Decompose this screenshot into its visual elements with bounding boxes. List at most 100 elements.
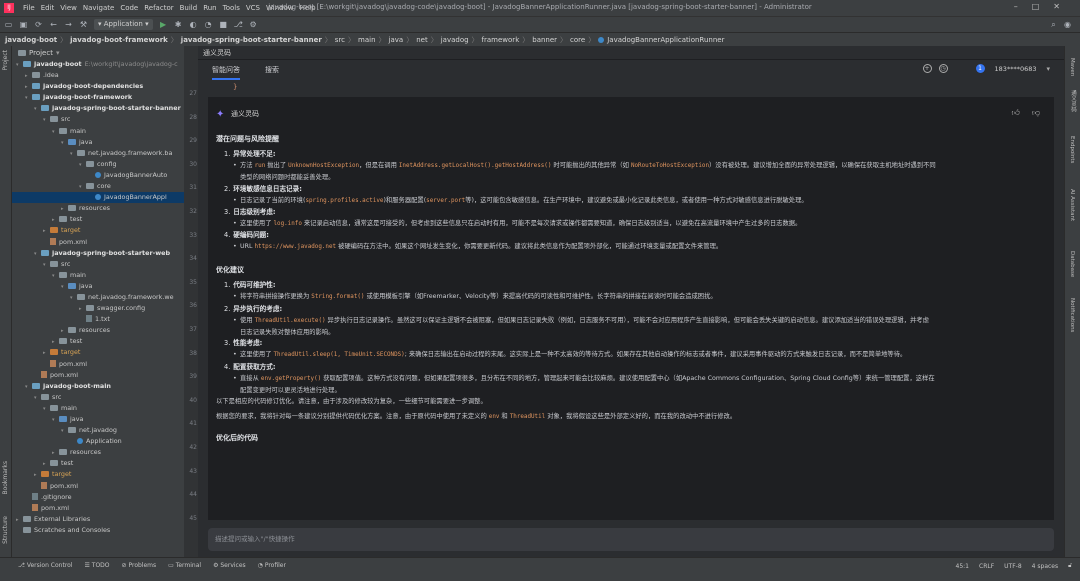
tree-item[interactable]: ▾ java	[12, 281, 184, 292]
breadcrumb-item[interactable]: main	[358, 36, 376, 44]
open-folder-icon[interactable]: ▭	[4, 20, 13, 29]
maven-tool-button[interactable]: Maven	[1069, 58, 1075, 76]
project-tool-button[interactable]: Project	[2, 50, 9, 71]
git-icon[interactable]: ⎇	[234, 20, 243, 29]
breadcrumb-item[interactable]: banner	[532, 36, 557, 44]
tree-item[interactable]: ▾ java	[12, 137, 184, 148]
forward-icon[interactable]: →	[64, 20, 73, 29]
tree-item[interactable]: ▾ javadog-boot-main	[12, 381, 184, 392]
breadcrumb-item[interactable]: javadog	[441, 36, 469, 44]
menu-window[interactable]: Window	[263, 4, 297, 12]
tree-item[interactable]: ▾ javadog-spring-boot-starter-banner	[12, 103, 184, 114]
breadcrumb-item[interactable]: framework	[482, 36, 520, 44]
problems-tab[interactable]: ⊘ Problems	[122, 562, 157, 569]
line-separator[interactable]: CRLF	[979, 563, 994, 570]
menu-file[interactable]: File	[20, 4, 38, 12]
lock-icon[interactable]: 🔓︎	[1068, 562, 1072, 570]
tree-item[interactable]: ▾ javadog-spring-boot-starter-web	[12, 248, 184, 259]
breadcrumb-item[interactable]: net	[416, 36, 428, 44]
todo-tab[interactable]: ☰ TODO	[85, 562, 110, 569]
tree-item[interactable]: ▸ target	[12, 225, 184, 236]
history-icon[interactable]: ◷	[938, 64, 948, 73]
tree-item[interactable]: ▾ src	[12, 392, 184, 403]
tree-item[interactable]: ▸ test	[12, 336, 184, 347]
menu-refactor[interactable]: Refactor	[141, 4, 176, 12]
terminal-tab[interactable]: ▭ Terminal	[168, 562, 201, 569]
tree-item[interactable]: ▸ javadog-boot-dependencies	[12, 81, 184, 92]
settings-icon[interactable]: ⚙	[249, 20, 258, 29]
breadcrumb-item[interactable]: JavadogBannerApplicationRunner	[607, 36, 724, 44]
endpoints-tool-button[interactable]: Endpoints	[1069, 136, 1075, 163]
tree-item[interactable]: ▸ target	[12, 469, 184, 480]
tree-item[interactable]: pom.xml	[12, 481, 184, 492]
window-controls[interactable]: –□✕	[1014, 2, 1074, 11]
tree-item[interactable]: ▸ External Libraries	[12, 514, 184, 525]
ai-assistant-tool-button[interactable]: AI Assistant	[1069, 189, 1075, 221]
tree-item[interactable]: Scratches and Consoles	[12, 525, 184, 536]
breadcrumb-item[interactable]: javadog-boot	[5, 36, 57, 44]
tree-item[interactable]: pom.xml	[12, 359, 184, 370]
services-tab[interactable]: ⚙ Services	[213, 562, 246, 569]
menu-edit[interactable]: Edit	[38, 4, 58, 12]
tree-item[interactable]: ▸ .idea	[12, 70, 184, 81]
menu-run[interactable]: Run	[200, 4, 219, 12]
tab-smart-qa[interactable]: 智能问答	[212, 60, 240, 80]
breadcrumb-item[interactable]: javadog-boot-framework	[70, 36, 168, 44]
menu-code[interactable]: Code	[117, 4, 141, 12]
chevron-down-icon[interactable]: ▾	[56, 49, 60, 57]
chat-input[interactable]: 描述提问或输入"/"快捷操作	[208, 528, 1054, 551]
breadcrumb-item[interactable]: src	[335, 36, 345, 44]
back-icon[interactable]: ←	[49, 20, 58, 29]
menu-navigate[interactable]: Navigate	[80, 4, 117, 12]
search-everywhere-icon[interactable]: ⌕	[1049, 20, 1058, 29]
run-icon[interactable]: ▶	[159, 20, 168, 29]
notifications-tool-button[interactable]: Notifications	[1069, 298, 1075, 332]
save-icon[interactable]: ▣	[19, 20, 28, 29]
avatar[interactable]: 1	[975, 64, 985, 73]
user-name[interactable]: 183****0683	[995, 65, 1037, 73]
bookmarks-tool-button[interactable]: Bookmarks	[2, 461, 9, 495]
tree-item[interactable]: ▸ resources	[12, 447, 184, 458]
tree-item[interactable]: JavadogBannerAuto	[12, 170, 184, 181]
chevron-down-icon[interactable]: ▾	[1046, 65, 1050, 73]
tree-item[interactable]: ▾ javadog-boot-framework	[12, 92, 184, 103]
tree-item[interactable]: ▾ net.javadog.framework.ba	[12, 148, 184, 159]
tree-item[interactable]: ▸ test	[12, 214, 184, 225]
tab-search[interactable]: 搜索	[265, 60, 279, 80]
tree-item[interactable]: ▸ target	[12, 347, 184, 358]
run-config-select[interactable]: ▾ Application ▾	[94, 19, 153, 30]
tree-item[interactable]: ▾ java	[12, 414, 184, 425]
tree-item[interactable]: ▾ net.javadog	[12, 425, 184, 436]
debug-icon[interactable]: ✱	[174, 20, 183, 29]
tree-item[interactable]: ▾ net.javadog.framework.we	[12, 292, 184, 303]
build-hammer-icon[interactable]: ⚒	[79, 20, 88, 29]
tree-item[interactable]: ▾ main	[12, 403, 184, 414]
tree-item[interactable]: ▾ core	[12, 181, 184, 192]
breadcrumb-item[interactable]: core	[570, 36, 585, 44]
tree-item[interactable]: Application	[12, 436, 184, 447]
tree-item[interactable]: pom.xml	[12, 370, 184, 381]
tree-item[interactable]: ▸ resources	[12, 203, 184, 214]
tree-item[interactable]: ▾ main	[12, 270, 184, 281]
menu-help[interactable]: Help	[297, 4, 319, 12]
tree-item[interactable]: ▸ swagger.config	[12, 303, 184, 314]
tree-item[interactable]: ▾ main	[12, 126, 184, 137]
tree-item[interactable]: ▾ config	[12, 159, 184, 170]
version-control-tab[interactable]: ⎇ Version Control	[18, 562, 73, 569]
thumbs-down-icon[interactable]: 👎︎	[1032, 108, 1040, 118]
tree-item[interactable]: JavadogBannerAppl	[12, 192, 184, 204]
menu-vcs[interactable]: VCS	[243, 4, 263, 12]
sync-icon[interactable]: ⟳	[34, 20, 43, 29]
tree-item[interactable]: ▸ resources	[12, 325, 184, 336]
tree-item[interactable]: ▾ javadog-boot E:\workgit\javadog\javadog-…	[12, 59, 184, 70]
tree-item[interactable]: pom.xml	[12, 237, 184, 248]
structure-tool-button[interactable]: Structure	[2, 516, 9, 544]
tree-item[interactable]: pom.xml	[12, 503, 184, 514]
indent-setting[interactable]: 4 spaces	[1032, 563, 1058, 570]
menu-tools[interactable]: Tools	[220, 4, 243, 12]
caret-position[interactable]: 45:1	[956, 563, 969, 570]
profiler-tab[interactable]: ◔ Profiler	[258, 562, 286, 569]
menu-view[interactable]: View	[57, 4, 80, 12]
tree-item[interactable]: ▾ src	[12, 114, 184, 125]
new-chat-icon[interactable]: +	[922, 64, 932, 73]
